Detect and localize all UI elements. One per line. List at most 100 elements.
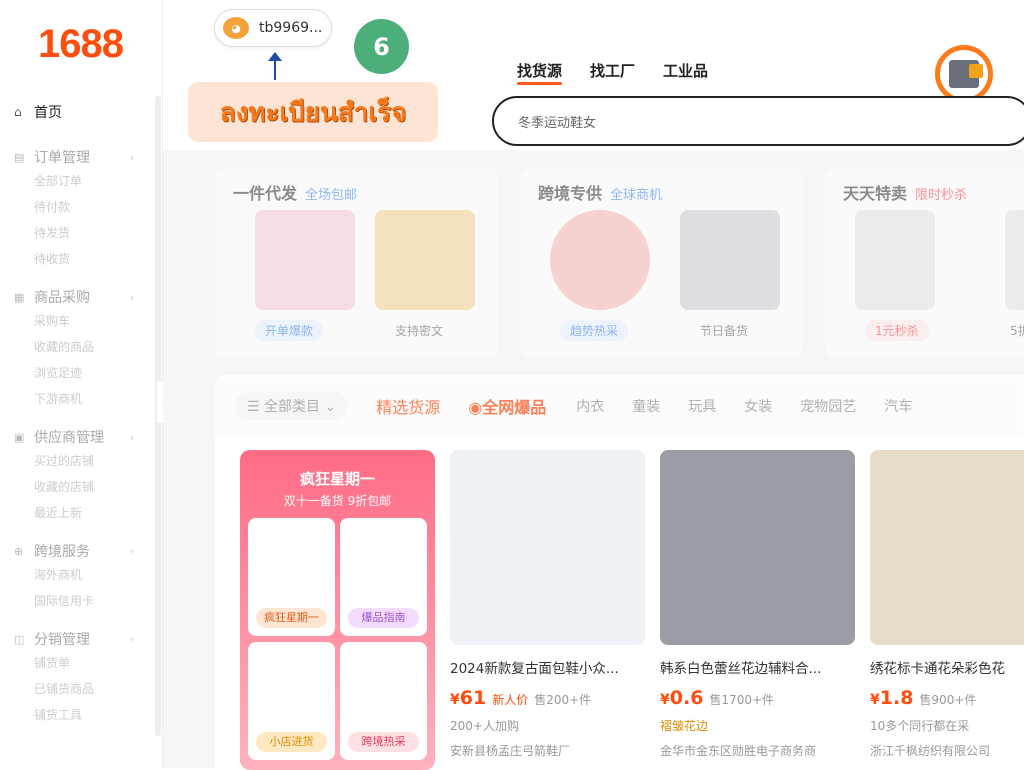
top-nav: 找货源 找工厂 工业品 — [517, 60, 708, 85]
sidebar-item-all-orders[interactable]: 全部订单 — [14, 168, 154, 194]
sidebar-item-downstream[interactable]: 下游商机 — [14, 386, 154, 412]
card-daily-deals[interactable]: 天天特卖 限时秒杀 1元秒杀 5折 — [825, 168, 1024, 358]
product-image — [870, 450, 1024, 645]
card-tag: 5折 — [1010, 324, 1024, 338]
product-title: 2024新款复古面包鞋小众... — [450, 661, 619, 677]
sidebar-item-favorites[interactable]: 收藏的商品 — [14, 334, 154, 360]
sold-count: 售200+件 — [534, 693, 592, 707]
product-image — [550, 210, 650, 310]
sidebar-item-cart[interactable]: 采购车 — [14, 308, 154, 334]
sidebar-item-pending-receipt[interactable]: 待收货 — [14, 246, 154, 272]
product-note: 200+人加购 — [450, 719, 519, 733]
card-title: 跨境专供 全球商机 — [538, 180, 662, 204]
promo-tile-label: 爆品指南 — [348, 608, 419, 628]
chevron-right-icon: › — [129, 632, 134, 646]
sidebar-item-fav-shops[interactable]: 收藏的店铺 — [14, 474, 154, 500]
search-input[interactable]: 冬季运动鞋女 — [492, 96, 1024, 146]
card-title-text: 跨境专供 — [538, 184, 603, 203]
price-value: 0.6 — [669, 687, 704, 709]
promo-tile[interactable]: 小店进货 — [248, 642, 335, 760]
promo-tile-label: 小店进货 — [256, 732, 327, 752]
username: tb9969... — [259, 20, 323, 36]
product-image — [450, 450, 645, 645]
card-tag: 趋势热采 — [560, 320, 629, 341]
sidebar-item-list[interactable]: 铺货单 — [14, 650, 154, 676]
product-image — [680, 210, 780, 310]
category-item[interactable]: 女装 — [744, 396, 772, 416]
sidebar-item-bought-shops[interactable]: 买过的店铺 — [14, 448, 154, 474]
user-account-chip[interactable]: ◕ tb9969... — [214, 9, 332, 47]
chevron-right-icon: › — [129, 150, 134, 164]
card-crossborder[interactable]: 跨境专供 全球商机 趋势热采 节日备货 — [520, 168, 803, 358]
sidebar-group-header[interactable]: ◫ 分销管理 › — [14, 628, 154, 650]
grid-icon: ▦ — [14, 290, 25, 304]
chevron-right-icon: › — [129, 290, 134, 304]
category-item[interactable]: 童装 — [632, 396, 660, 416]
sidebar-group-header[interactable]: ▤ 订单管理 › — [14, 146, 154, 168]
sidebar-group-suppliers: ▣ 供应商管理 › 买过的店铺 收藏的店铺 最近上新 — [14, 426, 154, 526]
product-image — [855, 210, 935, 310]
sidebar-item-overseas[interactable]: 海外商机 — [14, 562, 154, 588]
category-item[interactable]: 汽车 — [884, 396, 912, 416]
sidebar-group-header[interactable]: ▣ 供应商管理 › — [14, 426, 154, 448]
card-dropship[interactable]: 一件代发 全场包邮 开单爆款 支持密文 — [215, 168, 498, 358]
chevron-right-icon: › — [129, 430, 134, 444]
shop-name[interactable]: 安新县杨孟庄弓箭鞋厂 — [450, 742, 645, 759]
promo-tile-label: 疯狂星期一 — [256, 608, 327, 628]
search-placeholder: 冬季运动鞋女 — [518, 115, 597, 131]
card-subtitle: 全球商机 — [610, 188, 663, 203]
sidebar-item-pending-payment[interactable]: 待付款 — [14, 194, 154, 220]
sidebar: 1688 ⌂ 首页 ▤ 订单管理 › 全部订单 待付款 待发货 待收货 ▦ 商品采购 ›… — [0, 0, 172, 768]
product-price: ¥61 新人价 售200+件 — [450, 687, 645, 709]
sidebar-item-history[interactable]: 浏览足迹 — [14, 360, 154, 386]
tab-industrial[interactable]: 工业品 — [663, 60, 708, 81]
category-item[interactable]: 内衣 — [576, 396, 604, 416]
category-item[interactable]: 宠物园艺 — [800, 396, 856, 416]
sidebar-group-crossborder: ⊕ 跨境服务 › 海外商机 国际信用卡 — [14, 540, 154, 614]
promo-tile[interactable]: 疯狂星期一 — [248, 518, 335, 636]
card-tag: 支持密文 — [395, 324, 444, 338]
site-logo[interactable]: 1688 — [38, 22, 124, 67]
sidebar-item-tools[interactable]: 铺货工具 — [14, 702, 154, 728]
card-title: 一件代发 全场包邮 — [233, 180, 357, 204]
group-title: 跨境服务 — [34, 544, 90, 560]
cube-icon — [949, 60, 983, 88]
sidebar-group-header[interactable]: ⊕ 跨境服务 › — [14, 540, 154, 562]
price-value: 61 — [459, 687, 487, 709]
currency-symbol: ¥ — [660, 692, 670, 708]
category-bar: ☰ 全部类目 ⌄ 精选货源 ◉全网爆品 内衣 童装 玩具 女装 宠物园艺 汽车 — [215, 375, 1024, 437]
home-icon: ⌂ — [14, 105, 22, 119]
sidebar-item-home[interactable]: ⌂ 首页 — [14, 100, 154, 124]
sidebar-item-listed[interactable]: 已铺货商品 — [14, 676, 154, 702]
promo-tile[interactable]: 爆品指南 — [340, 518, 427, 636]
product-card[interactable]: 韩系白色蕾丝花边辅料合... ¥0.6 售1700+件 褶皱花边 金华市金东区勋胜… — [660, 450, 855, 759]
tab-hot-label: 全网爆品 — [482, 398, 547, 417]
fire-icon: ◉ — [468, 398, 483, 417]
currency-symbol: ¥ — [870, 692, 880, 708]
sidebar-item-credit-card[interactable]: 国际信用卡 — [14, 588, 154, 614]
product-price: ¥1.8 售900+件 — [870, 687, 1024, 709]
sidebar-item-label: 首页 — [34, 105, 62, 121]
card-tag: 开单爆款 — [255, 320, 324, 341]
sold-count: 售900+件 — [919, 693, 977, 707]
arrow-line — [274, 58, 276, 80]
cube-app-icon[interactable] — [935, 45, 993, 103]
category-item[interactable]: 玩具 — [688, 396, 716, 416]
tab-hot-products[interactable]: ◉全网爆品 — [468, 394, 546, 418]
product-image — [1005, 210, 1024, 310]
product-card[interactable]: 2024新款复古面包鞋小众... ¥61 新人价 售200+件 200+人加购 安新… — [450, 450, 645, 759]
promo-title: 疯狂星期一 — [299, 470, 375, 488]
sidebar-item-new-arrivals[interactable]: 最近上新 — [14, 500, 154, 526]
shop-name[interactable]: 浙江千枫纺织有限公司 — [870, 742, 1024, 759]
shop-name[interactable]: 金华市金东区勋胜电子商务商 — [660, 742, 855, 759]
tab-find-source[interactable]: 找货源 — [517, 60, 563, 85]
sold-count: 售1700+件 — [709, 693, 775, 707]
category-select[interactable]: ☰ 全部类目 ⌄ — [235, 392, 349, 420]
product-card[interactable]: 绣花标卡通花朵彩色花 ¥1.8 售900+件 10多个同行都在采 浙江千枫纺织有限… — [870, 450, 1024, 759]
sidebar-item-pending-shipment[interactable]: 待发货 — [14, 220, 154, 246]
tab-featured[interactable]: 精选货源 — [376, 394, 440, 418]
promo-banner[interactable]: 疯狂星期一 双十一备货 9折包邮 疯狂星期一 爆品指南 小店进货 跨境热采 — [240, 450, 435, 770]
promo-tile[interactable]: 跨境热采 — [340, 642, 427, 760]
sidebar-group-header[interactable]: ▦ 商品采购 › — [14, 286, 154, 308]
tab-find-factory[interactable]: 找工厂 — [590, 60, 635, 81]
